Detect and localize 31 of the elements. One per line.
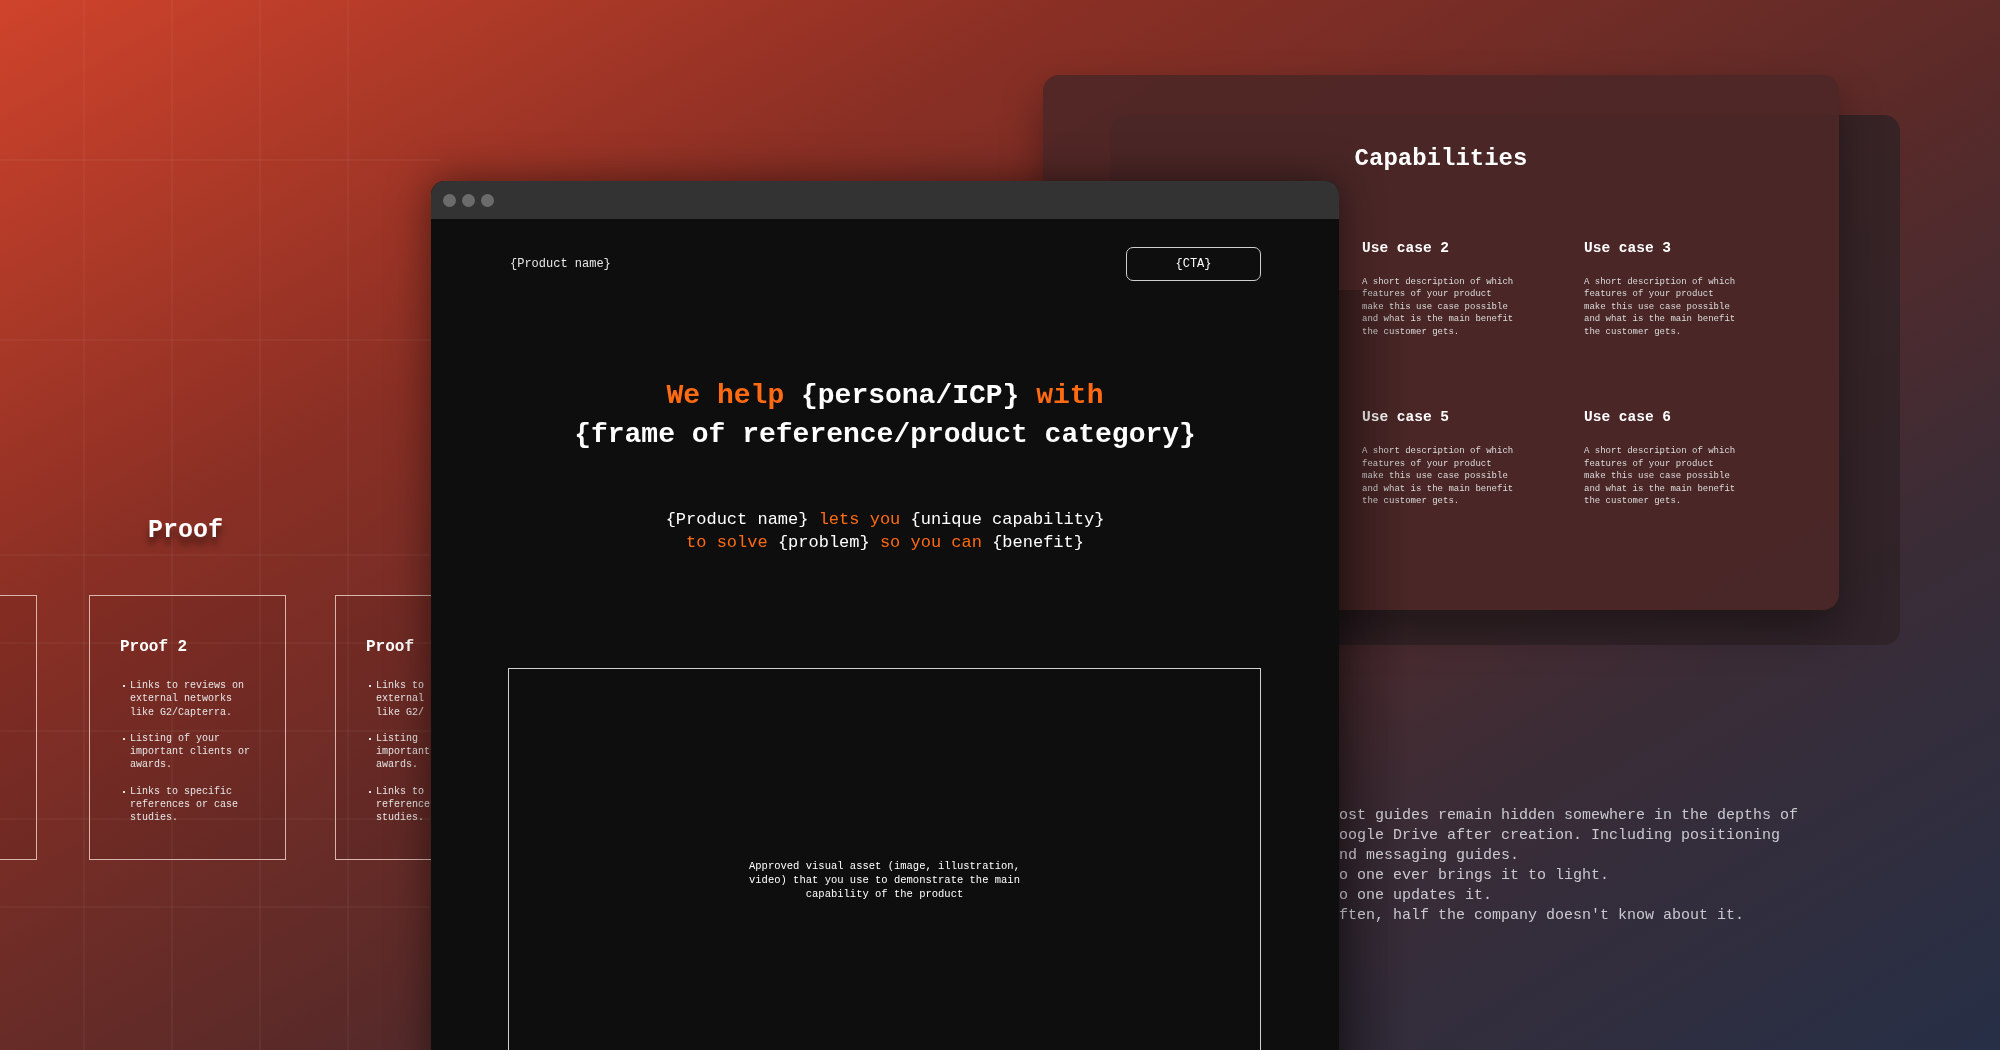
paragraph-line: ost guides remain hidden somewhere in the depths of [1339, 806, 1799, 826]
section-title: Proof [148, 515, 223, 547]
bullet-text: Links to specific references or case studies. [130, 784, 239, 825]
use-case-title: Use case 6 [1584, 408, 1672, 428]
bullet-text: Listing of your important clients or awards. [130, 731, 251, 772]
paragraph-line: o one ever brings it to light. [1339, 866, 1611, 886]
bullet-text: Links to external like G2/ [376, 679, 424, 719]
paragraph-line: oogle Drive after creation. Including positioning [1339, 826, 1782, 846]
use-case-description: A short description of which features of your product make this use case possible and what is the main benefit the customer gets. [1362, 275, 1514, 339]
headline: {frame of reference/product category} [574, 418, 1196, 452]
asset-description: Approved visual asset (image, illustration, video) that you use to demonstrate the main capability of the product [748, 859, 1021, 901]
use-case-description: A short description of which features of your product make this use case possible and what is the main benefit the customer gets. [1584, 275, 1736, 339]
use-case-description: A short description of which features of your product make this use case possible and what is the main benefit the customer gets. [1584, 445, 1736, 508]
use-case-title: Use case 3 [1584, 239, 1672, 258]
paragraph-line: o one updates it. [1339, 886, 1494, 906]
paragraph-line: nd messaging guides. [1339, 846, 1521, 866]
use-case-title: Use case 2 [1362, 239, 1450, 258]
paragraph-line: ften, half the company doesn't know about it. [1339, 906, 1746, 926]
card-title: Proof [366, 637, 414, 658]
subheadline: to solve {problem} so you can {benefit} [686, 532, 1084, 554]
product-name[interactable]: {Product name} [510, 255, 611, 273]
panel-title: Capabilities [1353, 144, 1529, 174]
bullet-text: Listing important awards. [376, 731, 430, 772]
subheadline: {Product name} lets you {unique capability} [665, 509, 1105, 531]
bullet-text: Links to reviews on external networks like G2/Capterra. [130, 679, 245, 719]
card-title: Proof 2 [120, 637, 188, 658]
use-case-title: Use case 5 [1362, 408, 1450, 428]
headline: We help {persona/ICP} with [666, 379, 1104, 413]
use-case-description: A short description of which features of your product make this use case possible and what is the main benefit the customer gets. [1362, 445, 1514, 508]
cta-button[interactable]: {CTA} [1126, 247, 1261, 281]
bullet-text: Links to reference studies. [376, 784, 430, 825]
